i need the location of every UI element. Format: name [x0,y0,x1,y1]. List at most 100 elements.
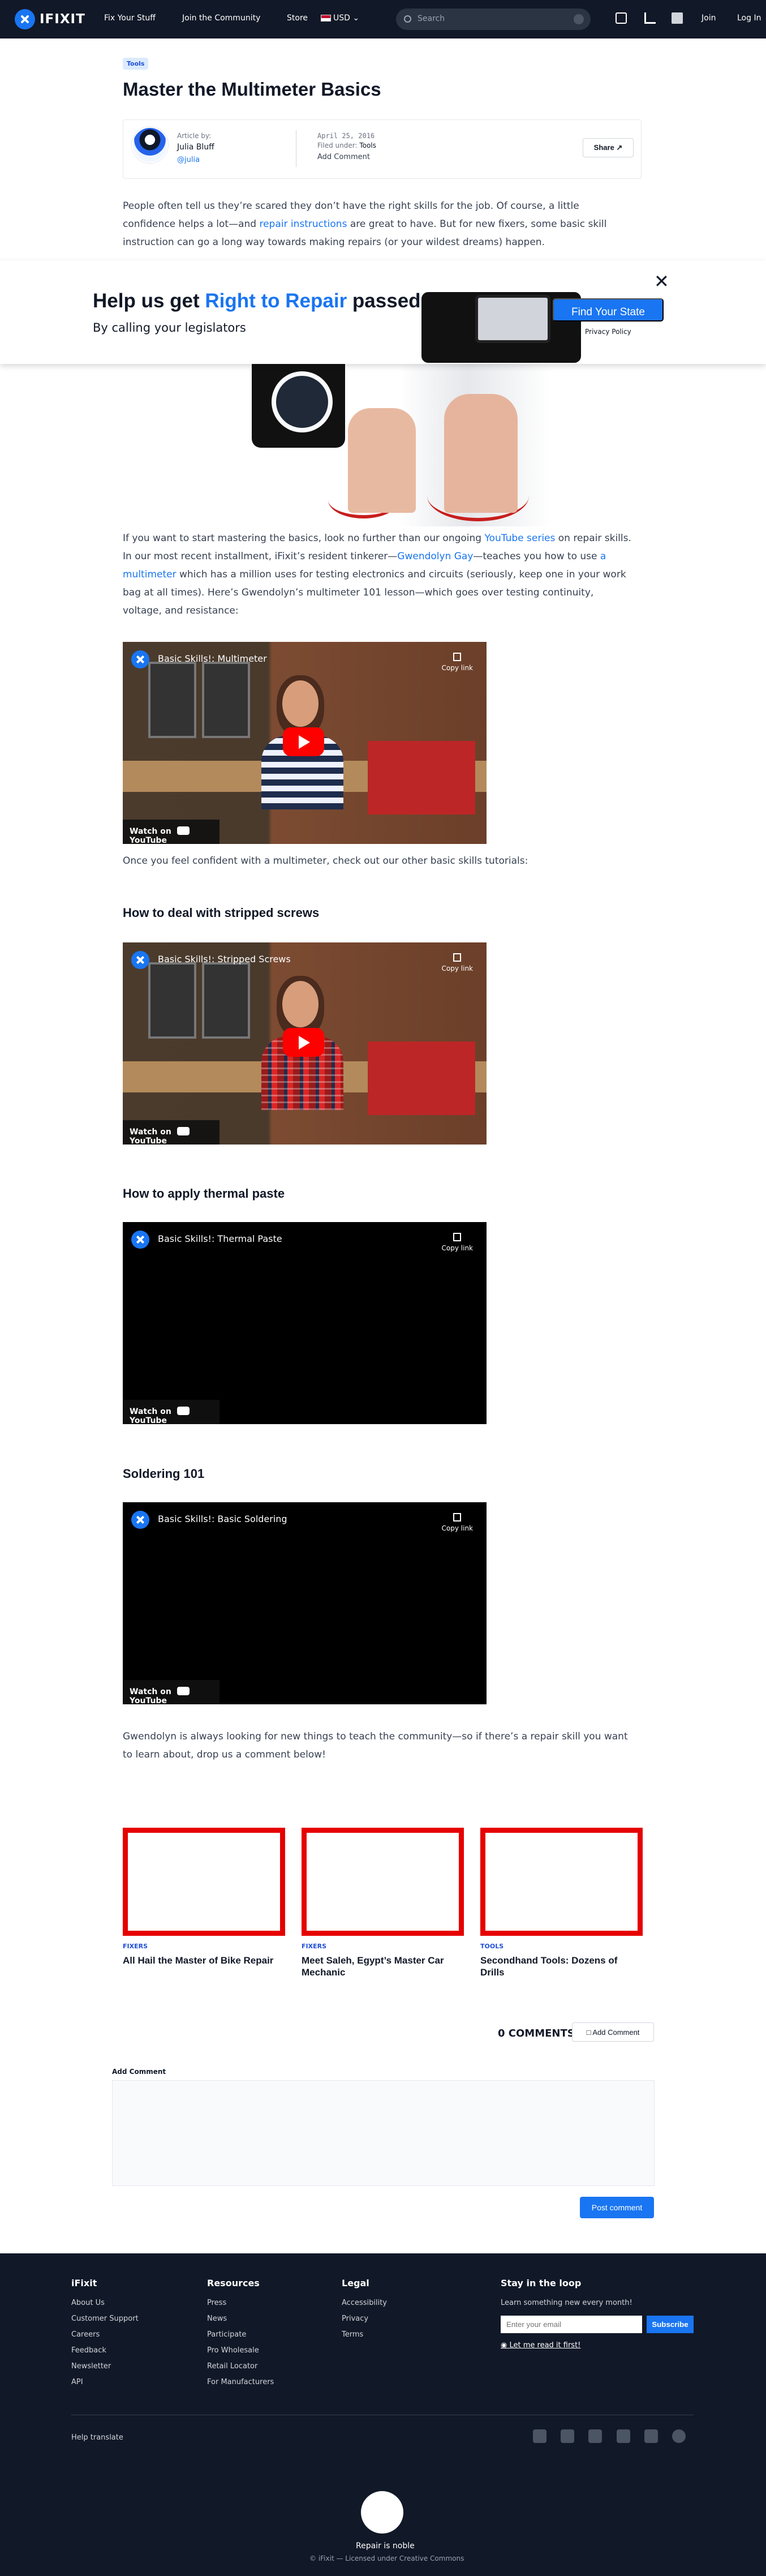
footer-link[interactable]: Newsletter [71,2362,111,2371]
watch-on-youtube[interactable]: Watch on YouTube [123,1680,220,1704]
watch-on-youtube[interactable]: Watch on YouTube [123,1120,220,1145]
copy-link-button[interactable]: Copy link [442,953,473,972]
play-icon[interactable] [283,727,324,756]
article-meta: April 25, 2016 Filed under: Tools Add Co… [317,132,376,161]
post-comment-button[interactable]: Post comment [580,2197,654,2218]
cabinet [148,662,196,738]
privacy-policy-link[interactable]: Privacy Policy [585,328,631,336]
currency-selector[interactable]: USD ⌄ [321,14,359,23]
youtube-video[interactable]: Basic Skills!: Multimeter Copy link Watch … [123,642,487,844]
youtube-video[interactable]: Basic Skills!: Stripped Screws Copy link W… [123,942,487,1145]
footer-link[interactable]: Privacy [342,2314,368,2323]
ifixit-logo[interactable]: IFIXIT [15,9,85,29]
youtube-icon [177,826,190,835]
play-icon[interactable] [283,1028,324,1057]
ifixit-video-icon[interactable] [131,951,149,969]
banner-subtitle: By calling your legislators [93,321,246,335]
cart-icon[interactable] [644,12,656,24]
youtube-icon [177,1127,190,1135]
nav-fix-your-stuff[interactable]: Fix Your Stuff [104,14,156,23]
gwendolyn-link[interactable]: Gwendolyn Gay [397,551,473,562]
ifixit-video-icon[interactable] [131,650,149,668]
copy-link-button[interactable]: Copy link [442,1233,473,1252]
footer-link[interactable]: Pro Wholesale [207,2346,259,2355]
thermal-paste-heading: How to apply thermal paste [123,1186,285,1201]
watch-on-youtube[interactable]: Watch on YouTube [123,1400,220,1424]
search-input[interactable]: Search [396,8,591,30]
article-image-placeholder [480,1828,643,1936]
footer-link[interactable]: Careers [71,2330,100,2339]
footer-link[interactable]: Customer Support [71,2314,139,2323]
login-link[interactable]: Log In [737,14,761,23]
footer-link[interactable]: News [207,2314,227,2323]
find-state-button[interactable]: Find Your State [553,298,664,322]
related-article-card[interactable]: FIXERS All Hail the Master of Bike Repair [123,1828,285,1966]
youtube-video[interactable]: Basic Skills!: Thermal Paste Copy link Wat… [123,1222,487,1424]
copy-icon [453,953,462,962]
footer-link[interactable]: Participate [207,2330,246,2339]
newsletter-email-input[interactable] [501,2316,642,2333]
subscribe-button[interactable]: Subscribe [647,2316,694,2333]
ifixit-video-icon[interactable] [131,1511,149,1529]
ifixit-video-icon[interactable] [131,1231,149,1249]
comment-textarea[interactable] [112,2080,655,2186]
youtube-series-link[interactable]: YouTube series [484,533,555,544]
footer-link[interactable]: Retail Locator [207,2362,257,2371]
youtube-video[interactable]: Basic Skills!: Basic Soldering Copy link W… [123,1502,487,1704]
red-toolbox [368,741,475,815]
author-name[interactable]: Julia Bluff [177,141,214,153]
footer-link[interactable]: About Us [71,2299,105,2307]
watch-on-youtube[interactable]: Watch on YouTube [123,820,220,844]
nav-store[interactable]: Store [287,14,308,23]
footer-link[interactable]: API [71,2378,83,2386]
facebook-icon[interactable] [561,2429,574,2443]
add-comment-link[interactable]: Add Comment [317,153,370,161]
read-first-link[interactable]: ◉ Let me read it first! [501,2341,580,2350]
footer-link[interactable]: Press [207,2299,226,2307]
article-body: If you want to start mastering the basic… [123,533,631,616]
article-intro: People often tell us they’re scared they… [123,200,607,248]
author-handle[interactable]: @julia [177,156,200,164]
license-text: © iFixit — Licensed under Creative Commo… [309,2554,464,2562]
footer-link[interactable]: For Manufacturers [207,2378,274,2386]
share-button[interactable]: Share ↗ [583,138,634,157]
footer-tagline: Repair is noble [356,2541,415,2551]
help-translate-link[interactable]: Help translate [71,2433,123,2442]
us-flag-icon [321,15,331,22]
site-footer: iFixit About Us Customer Support Careers Fe… [0,2253,766,2576]
ifixit-circle-icon[interactable] [672,2429,686,2443]
instagram-icon[interactable] [617,2429,630,2443]
related-article-card[interactable]: TOOLS Secondhand Tools: Dozens of Drills [480,1828,643,1978]
youtube-icon[interactable] [644,2429,658,2443]
related-article-card[interactable]: FIXERS Meet Saleh, Egypt’s Master Car Mec… [302,1828,464,1978]
language-icon[interactable] [672,12,683,24]
footer-link[interactable]: Terms [342,2330,363,2339]
author-avatar[interactable] [132,127,168,163]
tiktok-icon[interactable] [533,2429,546,2443]
nav-join-community[interactable]: Join the Community [182,14,260,23]
join-link[interactable]: Join [702,14,716,23]
cabinet [202,962,250,1039]
copy-icon [453,653,462,661]
repair-is-noble-icon [361,2491,403,2534]
author-card: Article by: Julia Bluff @julia April 25,… [123,119,642,179]
closing-paragraph: Gwendolyn is always looking for new thin… [123,1731,628,1760]
multimeter-hero-image [215,363,551,526]
copy-link-button[interactable]: Copy link [442,1513,473,1532]
banner-title: Help us get Right to Repair passed [93,290,421,312]
close-icon[interactable]: ✕ [654,271,669,292]
add-comment-button[interactable]: □ Add Comment [572,2022,654,2042]
cabinet [202,662,250,738]
repair-instructions-link[interactable]: repair instructions [259,218,347,230]
left-hand [348,408,416,513]
copy-link-button[interactable]: Copy link [442,653,473,672]
face [282,680,319,727]
briefcase-icon[interactable] [616,12,627,24]
twitter-icon[interactable] [588,2429,602,2443]
article-image-placeholder [302,1828,464,1936]
article-category-tag[interactable]: Tools [123,58,149,70]
search-submit-icon[interactable] [574,14,584,24]
footer-link[interactable]: Feedback [71,2346,106,2355]
footer-link[interactable]: Accessibility [342,2299,387,2307]
youtube-icon [177,1407,190,1415]
